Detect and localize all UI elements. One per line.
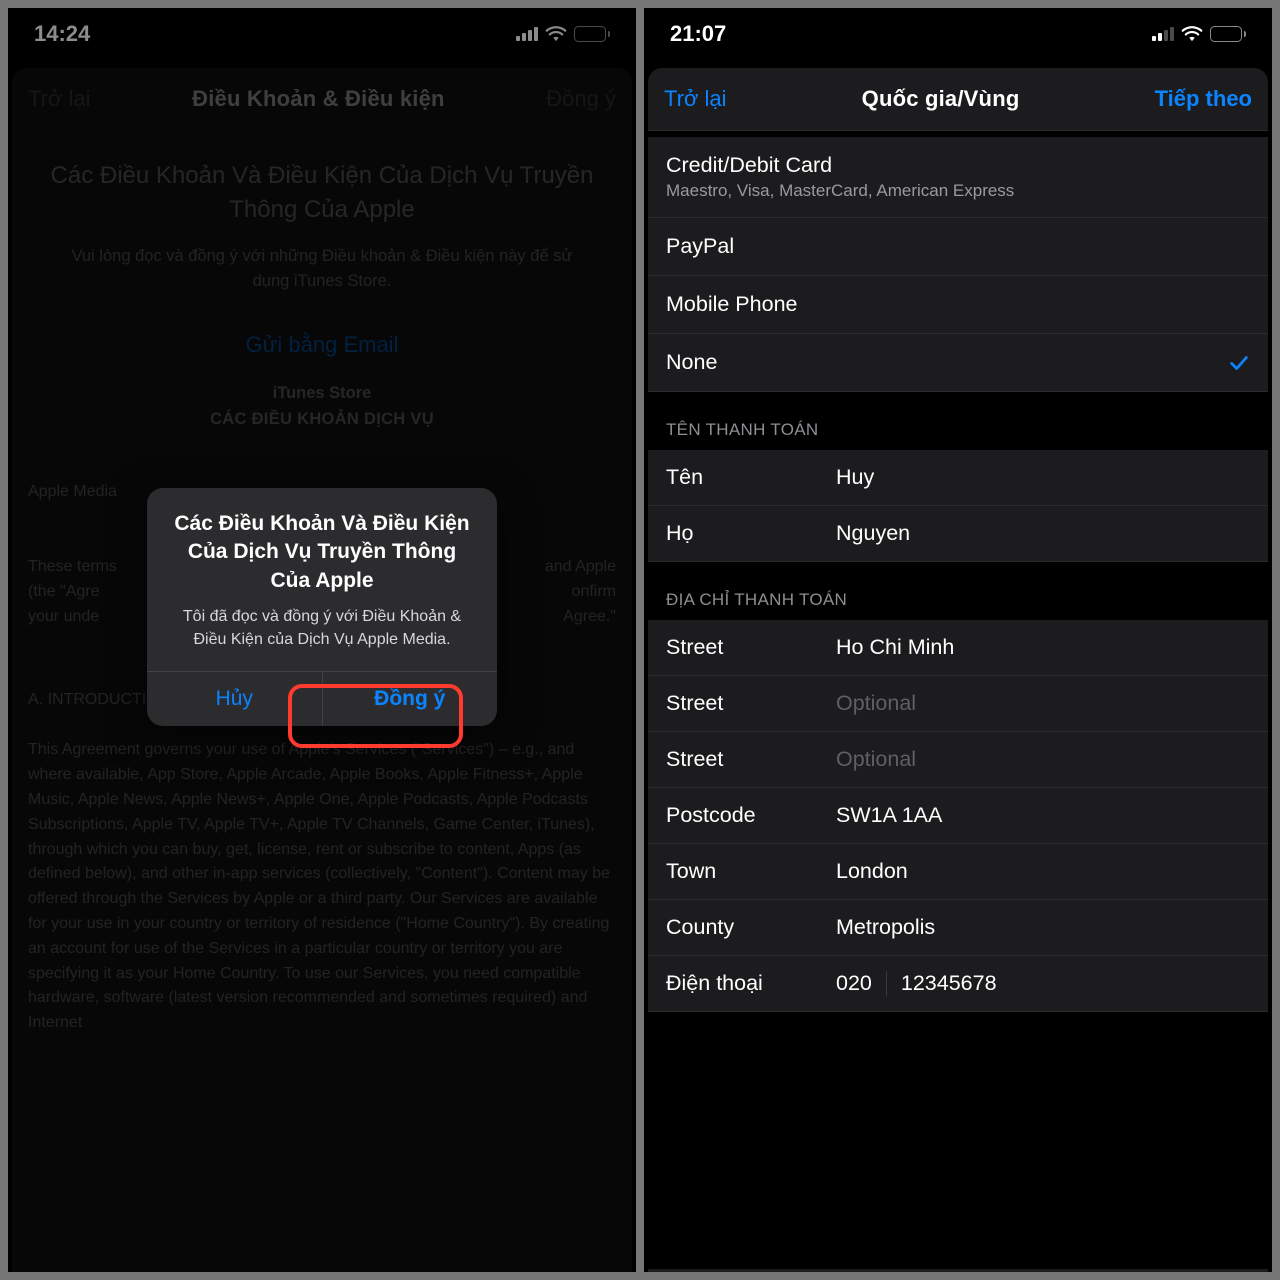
field-label: Postcode — [666, 803, 836, 828]
confirm-alert: Các Điều Khoản Và Điều Kiện Của Dịch Vụ … — [147, 488, 497, 726]
section-header-billing-address: ĐỊA CHỈ THANH TOÁN — [648, 562, 1268, 620]
field-value: Nguyen — [836, 521, 1250, 546]
field-label: Họ — [666, 521, 836, 546]
payment-method-paypal[interactable]: PayPal — [648, 218, 1268, 276]
phone-field[interactable]: Điện thoại 020 12345678 — [648, 956, 1268, 1012]
section-header-billing-name: TÊN THANH TOÁN — [648, 392, 1268, 450]
payment-method-card[interactable]: Credit/Debit Card Maestro, Visa, MasterC… — [648, 137, 1268, 218]
street1-field[interactable]: Street Ho Chi Minh — [648, 620, 1268, 676]
modal-scrim: Các Điều Khoản Và Điều Kiện Của Dịch Vụ … — [8, 8, 636, 1272]
wifi-icon — [1181, 26, 1203, 42]
field-value: Metropolis — [836, 915, 1250, 940]
alert-message: Tôi đã đọc và đồng ý với Điều Khoản & Đi… — [167, 605, 477, 651]
field-placeholder: Optional — [836, 691, 1250, 716]
field-label: Tên — [666, 465, 836, 490]
battery-icon: 37 — [1210, 26, 1246, 42]
phone-number: 12345678 — [887, 971, 997, 996]
alert-cancel-button[interactable]: Hủy — [147, 672, 322, 726]
county-field[interactable]: County Metropolis — [648, 900, 1268, 956]
field-value: SW1A 1AA — [836, 803, 1250, 828]
field-placeholder: Optional — [836, 747, 1250, 772]
phone-country-code: 020 — [836, 971, 887, 996]
street3-field[interactable]: Street Optional — [648, 732, 1268, 788]
payment-label: PayPal — [666, 234, 734, 259]
checkmark-icon — [1228, 352, 1250, 374]
page-title: Quốc gia/Vùng — [862, 86, 1020, 112]
payment-label: Mobile Phone — [666, 292, 797, 317]
last-name-field[interactable]: Họ Nguyen — [648, 506, 1268, 562]
field-value: Huy — [836, 465, 1250, 490]
postcode-field[interactable]: Postcode SW1A 1AA — [648, 788, 1268, 844]
alert-agree-button[interactable]: Đồng ý — [322, 672, 498, 726]
payment-method-list: Credit/Debit Card Maestro, Visa, MasterC… — [648, 137, 1268, 392]
town-field[interactable]: Town London — [648, 844, 1268, 900]
field-value: London — [836, 859, 1250, 884]
alert-title: Các Điều Khoản Và Điều Kiện Của Dịch Vụ … — [167, 510, 477, 595]
street2-field[interactable]: Street Optional — [648, 676, 1268, 732]
payment-label: None — [666, 350, 717, 375]
phone-left: 14:24 53 Trở lại Điều Khoản & Điề — [8, 8, 636, 1272]
field-label: Điện thoại — [666, 971, 836, 996]
cellular-icon — [1152, 27, 1174, 41]
payment-label: Credit/Debit Card — [666, 153, 1014, 178]
field-value: Ho Chi Minh — [836, 635, 1250, 660]
field-label: Street — [666, 635, 836, 660]
back-button[interactable]: Trở lại — [664, 86, 727, 112]
next-button[interactable]: Tiếp theo — [1155, 86, 1252, 112]
first-name-field[interactable]: Tên Huy — [648, 450, 1268, 506]
payment-method-mobile[interactable]: Mobile Phone — [648, 276, 1268, 334]
field-label: Town — [666, 859, 836, 884]
status-bar: 21:07 37 — [644, 8, 1272, 60]
region-sheet: Trở lại Quốc gia/Vùng Tiếp theo Credit/D… — [648, 68, 1268, 1272]
phone-right: 21:07 37 Trở lại Quốc gia/Vùng — [644, 8, 1272, 1272]
field-label: Street — [666, 747, 836, 772]
nav-bar: Trở lại Quốc gia/Vùng Tiếp theo — [648, 68, 1268, 131]
status-indicators: 37 — [1152, 26, 1246, 42]
status-time: 21:07 — [670, 21, 726, 47]
field-label: County — [666, 915, 836, 940]
payment-sub: Maestro, Visa, MasterCard, American Expr… — [666, 181, 1014, 201]
field-label: Street — [666, 691, 836, 716]
payment-method-none[interactable]: None — [648, 334, 1268, 392]
